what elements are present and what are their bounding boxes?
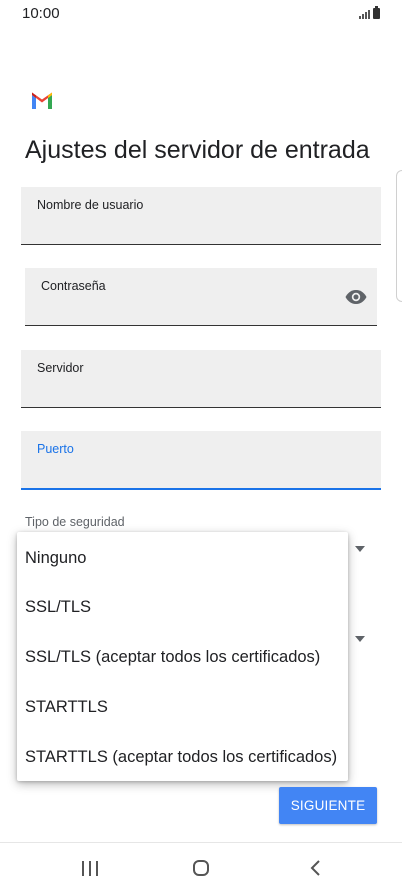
port-label: Puerto <box>37 442 74 456</box>
recents-icon[interactable] <box>82 861 98 876</box>
dropdown-option-ssl-tls-all-certs[interactable]: SSL/TLS (aceptar todos los certificados) <box>25 648 320 667</box>
signal-icon <box>359 8 370 19</box>
security-type-label: Tipo de seguridad <box>25 515 125 529</box>
battery-icon <box>373 6 380 19</box>
dropdown-option-starttls[interactable]: STARTTLS <box>25 698 108 717</box>
edge-panel-handle[interactable] <box>396 170 402 302</box>
next-button[interactable]: SIGUIENTE <box>279 787 377 824</box>
status-bar: 10:00 <box>0 0 402 26</box>
username-field[interactable]: Nombre de usuario <box>21 187 381 245</box>
secondary-dropdown-arrow-icon[interactable] <box>355 636 365 642</box>
security-dropdown-arrow-icon[interactable] <box>355 546 365 552</box>
port-field[interactable]: Puerto <box>21 431 381 490</box>
page-title: Ajustes del servidor de entrada <box>25 136 370 164</box>
password-input[interactable] <box>41 295 333 317</box>
dropdown-option-ssl-tls[interactable]: SSL/TLS <box>25 598 91 617</box>
status-time: 10:00 <box>22 5 60 22</box>
navigation-bar <box>0 843 402 893</box>
dropdown-option-starttls-all-certs[interactable]: STARTTLS (aceptar todos los certificados… <box>25 748 337 767</box>
username-input[interactable] <box>37 214 365 236</box>
eye-icon[interactable] <box>345 289 367 305</box>
home-icon[interactable] <box>193 860 209 876</box>
dropdown-option-ninguno[interactable]: Ninguno <box>25 549 86 568</box>
password-label: Contraseña <box>41 279 106 293</box>
status-icons <box>359 6 380 19</box>
username-label: Nombre de usuario <box>37 198 144 212</box>
server-input[interactable] <box>37 377 365 399</box>
server-field[interactable]: Servidor <box>21 350 381 408</box>
back-icon[interactable] <box>309 860 323 876</box>
server-label: Servidor <box>37 361 84 375</box>
security-dropdown-menu: Ninguno SSL/TLS SSL/TLS (aceptar todos l… <box>17 532 348 781</box>
gmail-logo-icon <box>32 92 52 109</box>
password-field[interactable]: Contraseña <box>25 268 377 326</box>
port-input[interactable] <box>37 458 365 480</box>
